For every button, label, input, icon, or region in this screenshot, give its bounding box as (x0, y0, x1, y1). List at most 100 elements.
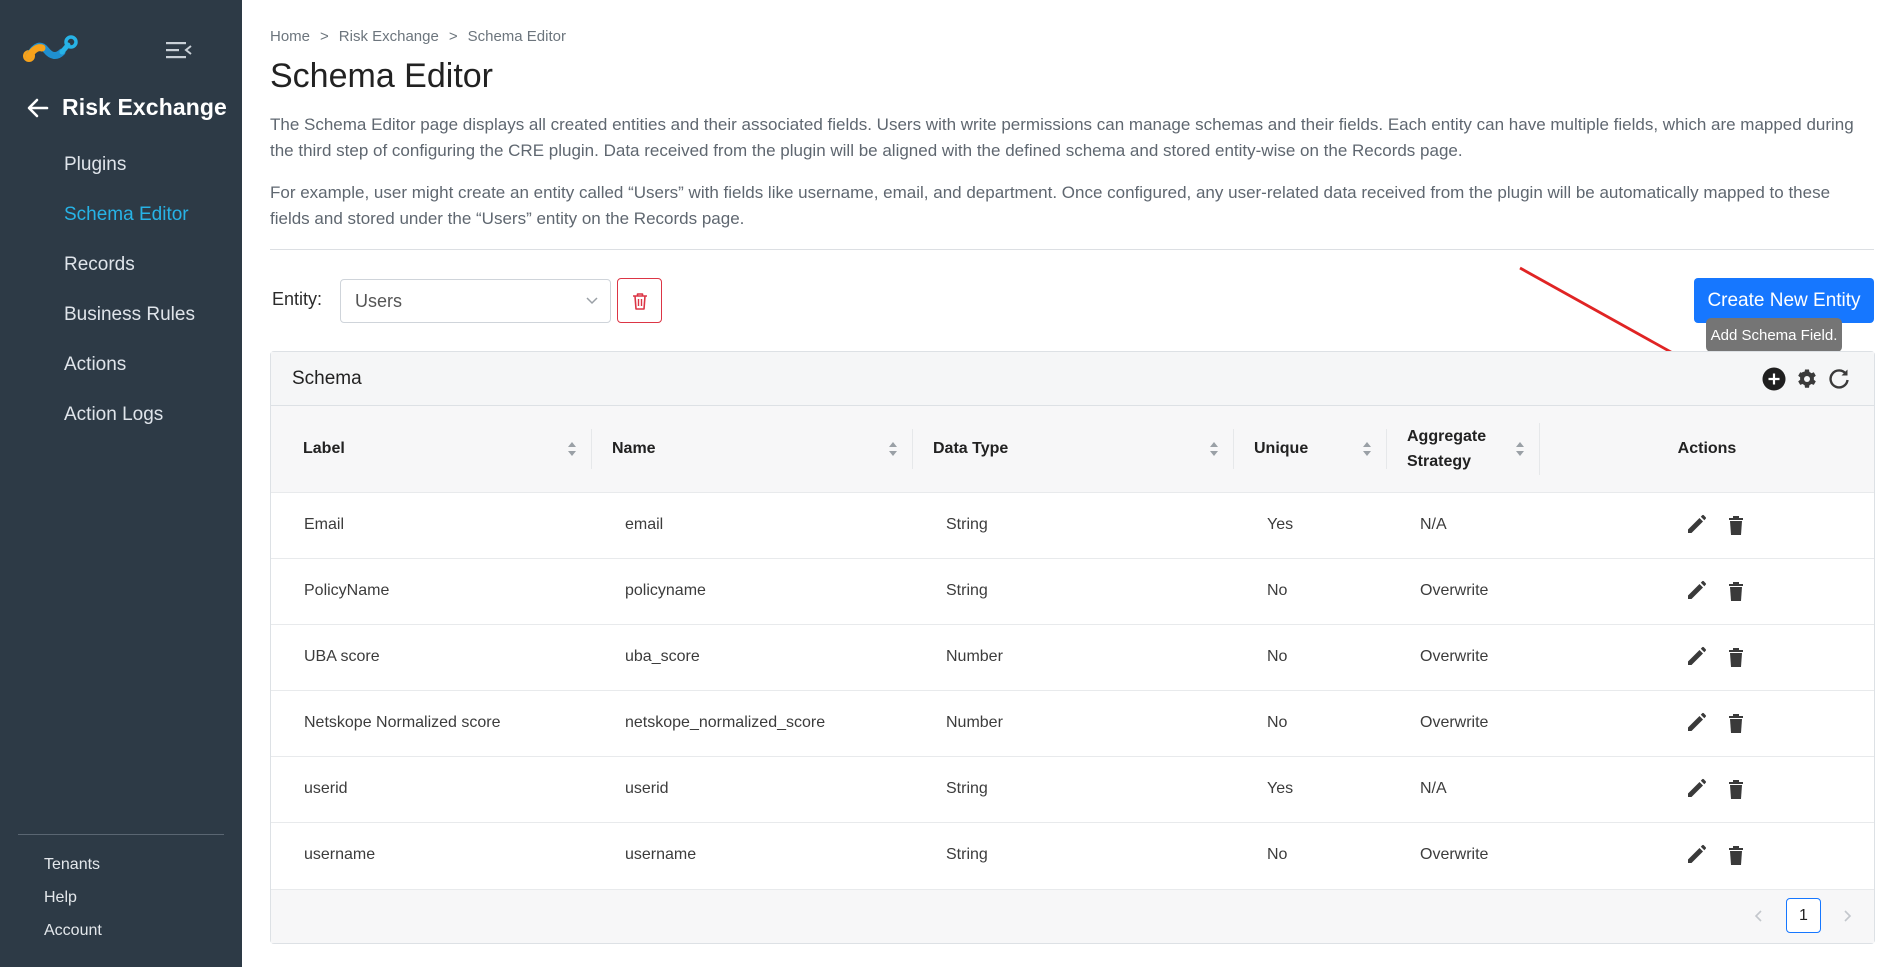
column-header-name-text: Name (612, 440, 656, 458)
pencil-icon[interactable] (1685, 646, 1707, 668)
cell-label: Netskope Normalized score (304, 714, 501, 731)
refresh-icon[interactable] (1826, 366, 1852, 392)
delete-entity-button[interactable] (617, 278, 662, 323)
back-to-risk-exchange[interactable]: Risk Exchange (26, 94, 227, 121)
sidebar-section-title: Risk Exchange (62, 94, 227, 120)
cell-actions (1540, 558, 1874, 624)
schema-panel-title: Schema (292, 368, 362, 389)
schema-panel: Schema Label Name Data Type Unique Aggre… (270, 351, 1875, 944)
table-row: Email email String Yes N/A (271, 492, 1874, 558)
sidebar-item-help[interactable]: Help (44, 888, 102, 921)
entity-label: Entity: (272, 289, 323, 309)
schema-table-body: Email email String Yes N/A PolicyName policyna… (271, 492, 1874, 888)
table-row: username username String No Overwrite (271, 822, 1874, 888)
cell-name: uba_score (625, 648, 700, 665)
table-row: UBA score uba_score Number No Overwrite (271, 624, 1874, 690)
entity-select[interactable]: Users (340, 279, 611, 323)
sort-icon[interactable] (567, 441, 577, 457)
trash-outline-icon (632, 292, 647, 310)
chevron-left-icon[interactable] (1751, 907, 1767, 925)
netskope-logo[interactable] (22, 34, 80, 66)
trash-icon[interactable] (1725, 580, 1747, 602)
breadcrumb-home[interactable]: Home (270, 28, 310, 45)
pencil-icon[interactable] (1685, 778, 1707, 800)
cell-data-type: String (946, 846, 988, 864)
trash-icon[interactable] (1725, 778, 1747, 800)
cell-actions (1540, 690, 1874, 756)
table-header-row: Label Name Data Type Unique Aggregate St… (271, 406, 1874, 492)
breadcrumb-separator: > (448, 28, 458, 45)
cell-unique: No (1267, 648, 1288, 665)
cell-aggregate-strategy: N/A (1420, 516, 1447, 533)
column-header-aggregate-strategy: Aggregate Strategy (1387, 406, 1540, 492)
cell-actions (1540, 756, 1874, 822)
pencil-icon[interactable] (1685, 580, 1707, 602)
cell-unique: No (1267, 714, 1288, 731)
trash-icon[interactable] (1725, 514, 1747, 536)
breadcrumb: Home > Risk Exchange > Schema Editor (270, 28, 566, 45)
sidebar-item-schema-editor[interactable]: Schema Editor (64, 198, 195, 248)
sort-icon[interactable] (1209, 441, 1219, 457)
pencil-icon[interactable] (1685, 514, 1707, 536)
trash-icon[interactable] (1725, 712, 1747, 734)
entity-select-value: Users (355, 290, 403, 311)
sort-icon[interactable] (888, 441, 898, 457)
divider (270, 249, 1874, 250)
cell-label: userid (304, 780, 348, 797)
cell-aggregate-strategy: Overwrite (1420, 846, 1489, 864)
page-title: Schema Editor (270, 57, 493, 95)
breadcrumb-separator: > (320, 28, 329, 45)
sort-icon[interactable] (1515, 441, 1525, 457)
pagination-page-current[interactable]: 1 (1786, 898, 1821, 933)
sort-icon[interactable] (1362, 441, 1372, 457)
sidebar-item-tenants[interactable]: Tenants (44, 855, 102, 888)
menu-collapse-icon[interactable] (166, 40, 192, 60)
row-actions (1685, 580, 1874, 602)
sidebar-item-account[interactable]: Account (44, 921, 102, 954)
sidebar-item-actions[interactable]: Actions (64, 348, 195, 398)
cell-label: Email (304, 516, 345, 533)
chevron-right-icon[interactable] (1839, 907, 1855, 925)
sidebar-item-records[interactable]: Records (64, 248, 195, 298)
cell-name: policyname (625, 582, 706, 599)
column-header-data-type-text: Data Type (933, 440, 1009, 458)
schema-panel-header: Schema (271, 352, 1874, 406)
cell-label: username (304, 846, 376, 864)
table-row: userid userid String Yes N/A (271, 756, 1874, 822)
cell-aggregate-strategy: Overwrite (1420, 582, 1489, 599)
column-header-actions-text: Actions (1677, 439, 1737, 457)
column-header-name: Name (592, 406, 913, 492)
cell-unique: No (1267, 582, 1288, 599)
pencil-icon[interactable] (1685, 844, 1707, 866)
cell-data-type: String (946, 516, 988, 533)
cell-name: username (625, 846, 697, 864)
row-actions (1685, 514, 1874, 536)
column-header-unique-text: Unique (1254, 440, 1309, 458)
arrow-left-icon (27, 98, 49, 117)
cell-actions (1540, 624, 1874, 690)
sidebar-item-business-rules[interactable]: Business Rules (64, 298, 195, 348)
create-new-entity-button[interactable]: Create New Entity (1694, 278, 1874, 323)
pencil-icon[interactable] (1685, 712, 1707, 734)
add-schema-field-tooltip: Add Schema Field. (1706, 318, 1842, 358)
cell-actions (1540, 492, 1874, 558)
gear-icon[interactable] (1794, 366, 1820, 392)
sidebar-item-plugins[interactable]: Plugins (64, 148, 195, 198)
cell-unique: No (1267, 846, 1288, 864)
column-header-unique: Unique (1234, 406, 1387, 492)
cell-data-type: String (946, 582, 988, 599)
breadcrumb-risk-exchange[interactable]: Risk Exchange (339, 28, 439, 45)
chevron-down-icon (586, 297, 598, 305)
table-row: PolicyName policyname String No Overwrite (271, 558, 1874, 624)
sidebar-divider (18, 834, 224, 835)
row-actions (1685, 778, 1874, 800)
trash-icon[interactable] (1725, 844, 1747, 866)
sidebar-item-action-logs[interactable]: Action Logs (64, 398, 195, 448)
page-description: The Schema Editor page displays all crea… (270, 115, 1854, 160)
cell-aggregate-strategy: N/A (1420, 780, 1447, 797)
row-actions (1685, 844, 1874, 866)
cell-label: PolicyName (304, 582, 390, 599)
plus-circle-icon[interactable] (1761, 366, 1787, 392)
trash-icon[interactable] (1725, 646, 1747, 668)
table-row: Netskope Normalized score netskope_normal… (271, 690, 1874, 756)
